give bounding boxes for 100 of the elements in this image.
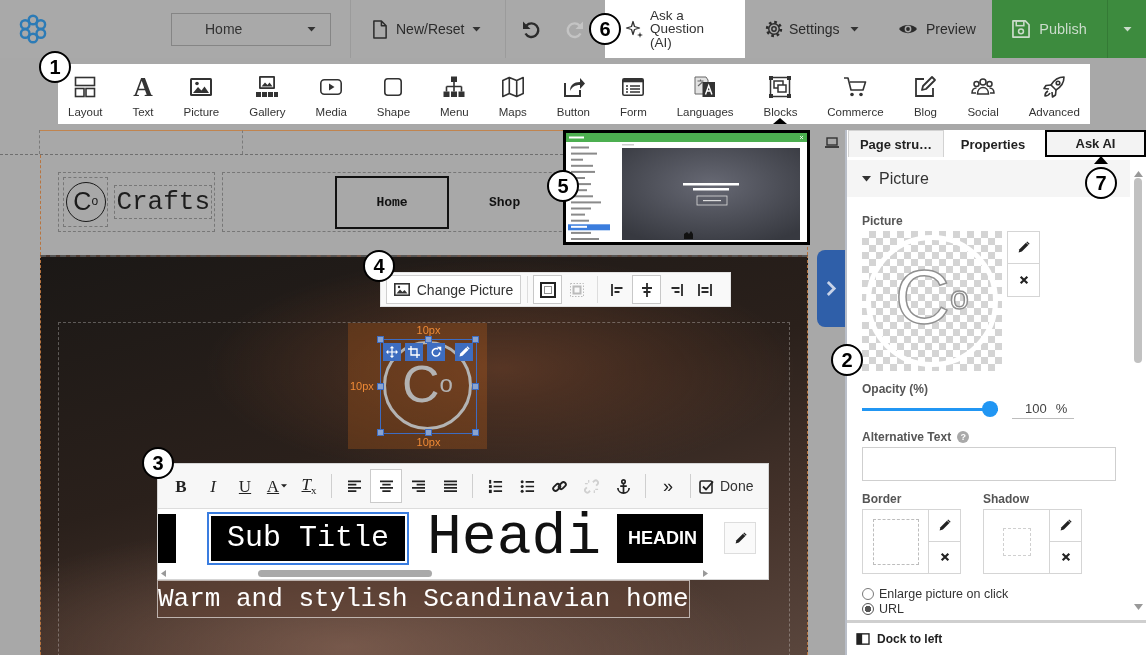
gallery-icon bbox=[255, 75, 280, 99]
text-icon: A bbox=[133, 75, 153, 99]
subtitle-text: Warm and stylish Scandinavian home bbox=[157, 580, 690, 618]
radio-button[interactable] bbox=[862, 603, 874, 615]
italic-button[interactable]: I bbox=[197, 469, 229, 503]
move-icon bbox=[386, 346, 398, 358]
pencil-icon bbox=[733, 531, 747, 545]
margin-label: 10px bbox=[350, 380, 374, 392]
callout-number: 5 bbox=[547, 170, 579, 202]
insert-tool-button[interactable]: A Text bbox=[132, 64, 154, 124]
edit-button[interactable] bbox=[928, 509, 961, 542]
rocket-icon bbox=[1042, 75, 1067, 99]
frame-style-button[interactable] bbox=[533, 275, 562, 304]
close-icon bbox=[1018, 275, 1029, 285]
slider-thumb[interactable] bbox=[982, 401, 998, 417]
dock-left-icon bbox=[856, 633, 870, 645]
text-style-option[interactable] bbox=[158, 511, 178, 565]
field-label: Border bbox=[862, 492, 903, 506]
justify-icon bbox=[442, 479, 458, 493]
alt-text-field[interactable] bbox=[862, 447, 1116, 481]
nav-link[interactable]: Home bbox=[335, 175, 449, 229]
resize-handle[interactable] bbox=[377, 429, 384, 436]
picture-icon bbox=[393, 283, 410, 296]
radio-label[interactable]: Enlarge picture on click bbox=[879, 587, 1009, 601]
clear-format-button[interactable]: T$_{x}$ bbox=[293, 469, 325, 503]
picture-icon bbox=[189, 75, 214, 99]
panel-toggle-button[interactable] bbox=[817, 250, 845, 327]
stretch-icon bbox=[696, 281, 713, 298]
insert-tool-button[interactable]: Gallery bbox=[249, 64, 286, 124]
change-picture-button[interactable]: Change Picture bbox=[386, 275, 521, 304]
align-button[interactable] bbox=[632, 275, 661, 304]
panel-tab[interactable]: Page stru… bbox=[848, 130, 944, 157]
file-icon bbox=[372, 19, 388, 39]
align-left-icon bbox=[609, 281, 626, 298]
insert-tool-button[interactable]: Maps bbox=[498, 64, 527, 124]
insert-tool-button[interactable]: Commerce bbox=[827, 64, 884, 124]
insert-tool-button[interactable]: Media bbox=[315, 64, 347, 124]
insert-tool-button[interactable]: Blocks bbox=[763, 64, 798, 124]
insert-tool-button[interactable]: Advanced bbox=[1028, 64, 1080, 124]
caret-icon bbox=[849, 26, 859, 32]
edit-button[interactable] bbox=[1049, 509, 1082, 542]
close-icon bbox=[939, 552, 950, 563]
dock-to-left-button[interactable]: Dock to left bbox=[856, 632, 943, 646]
page-select[interactable]: Home bbox=[171, 12, 331, 46]
align-button[interactable] bbox=[370, 469, 402, 503]
text-style-option[interactable]: Headi bbox=[425, 509, 604, 567]
nav-link[interactable]: Shop bbox=[469, 175, 541, 229]
insert-tool-button[interactable]: Layout bbox=[68, 64, 103, 124]
resize-handle[interactable] bbox=[377, 336, 384, 343]
remove-button[interactable] bbox=[928, 541, 961, 574]
remove-button[interactable] bbox=[1007, 264, 1040, 297]
settings-button[interactable]: Settings bbox=[765, 0, 858, 58]
rotate-button[interactable] bbox=[427, 343, 445, 361]
resize-handle[interactable] bbox=[424, 429, 432, 436]
resize-handle[interactable] bbox=[472, 336, 479, 343]
insert-tool-button[interactable]: Picture bbox=[183, 64, 220, 124]
crop-button[interactable] bbox=[405, 343, 423, 361]
text-style-option[interactable]: Sub Title bbox=[207, 511, 410, 565]
preview-button[interactable]: Preview bbox=[898, 0, 976, 58]
new-reset-button[interactable]: New/Reset bbox=[372, 0, 484, 58]
insert-tool-button[interactable]: Languages bbox=[676, 64, 734, 124]
more-button[interactable]: » bbox=[652, 469, 684, 503]
caret-icon bbox=[472, 26, 482, 32]
insert-tool-button[interactable]: Blog bbox=[913, 64, 938, 124]
scroll-down-icon[interactable] bbox=[1133, 604, 1143, 610]
insert-tool-button[interactable]: Social bbox=[967, 64, 999, 124]
edit-button[interactable] bbox=[1007, 231, 1040, 264]
caret-icon bbox=[281, 484, 288, 488]
bullet-list-icon bbox=[519, 478, 535, 494]
callout-number: 2 bbox=[831, 344, 863, 376]
edit-style-button[interactable] bbox=[724, 522, 756, 554]
underline-button[interactable]: U bbox=[229, 469, 261, 503]
insert-tool-button[interactable]: Menu bbox=[440, 64, 469, 124]
insert-tool-button[interactable]: Button bbox=[556, 64, 590, 124]
resize-handle[interactable] bbox=[377, 382, 384, 390]
margin-label: 10px bbox=[415, 436, 442, 448]
text-style-option[interactable]: HEADIN bbox=[615, 511, 706, 565]
callout-number: 3 bbox=[142, 447, 174, 479]
undo-icon bbox=[521, 19, 541, 39]
field-label: Opacity (%) bbox=[862, 382, 928, 396]
done-button[interactable]: Done bbox=[697, 469, 754, 503]
move-button[interactable] bbox=[383, 343, 401, 361]
resize-handle[interactable] bbox=[424, 336, 432, 343]
radio-label[interactable]: URL bbox=[879, 602, 904, 616]
frame-icon bbox=[768, 75, 793, 99]
align-right-icon bbox=[410, 479, 426, 493]
resize-handle[interactable] bbox=[472, 429, 479, 436]
insert-tool-button[interactable]: Shape bbox=[376, 64, 411, 124]
caret-icon bbox=[1122, 26, 1132, 32]
laptop-icon[interactable] bbox=[825, 137, 839, 148]
resize-handle[interactable] bbox=[472, 382, 479, 390]
undo-button[interactable] bbox=[521, 19, 541, 39]
opacity-input[interactable]: 100 bbox=[1025, 401, 1047, 416]
scrollbar-thumb[interactable] bbox=[1134, 178, 1142, 363]
radio-button[interactable] bbox=[862, 588, 874, 600]
insert-tool-button[interactable]: Form bbox=[619, 64, 647, 124]
scrollbar-thumb[interactable] bbox=[258, 570, 432, 577]
font-color-button[interactable]: A bbox=[261, 469, 293, 503]
remove-button[interactable] bbox=[1049, 541, 1082, 574]
panel-tab[interactable]: Ask AI bbox=[1045, 130, 1146, 157]
